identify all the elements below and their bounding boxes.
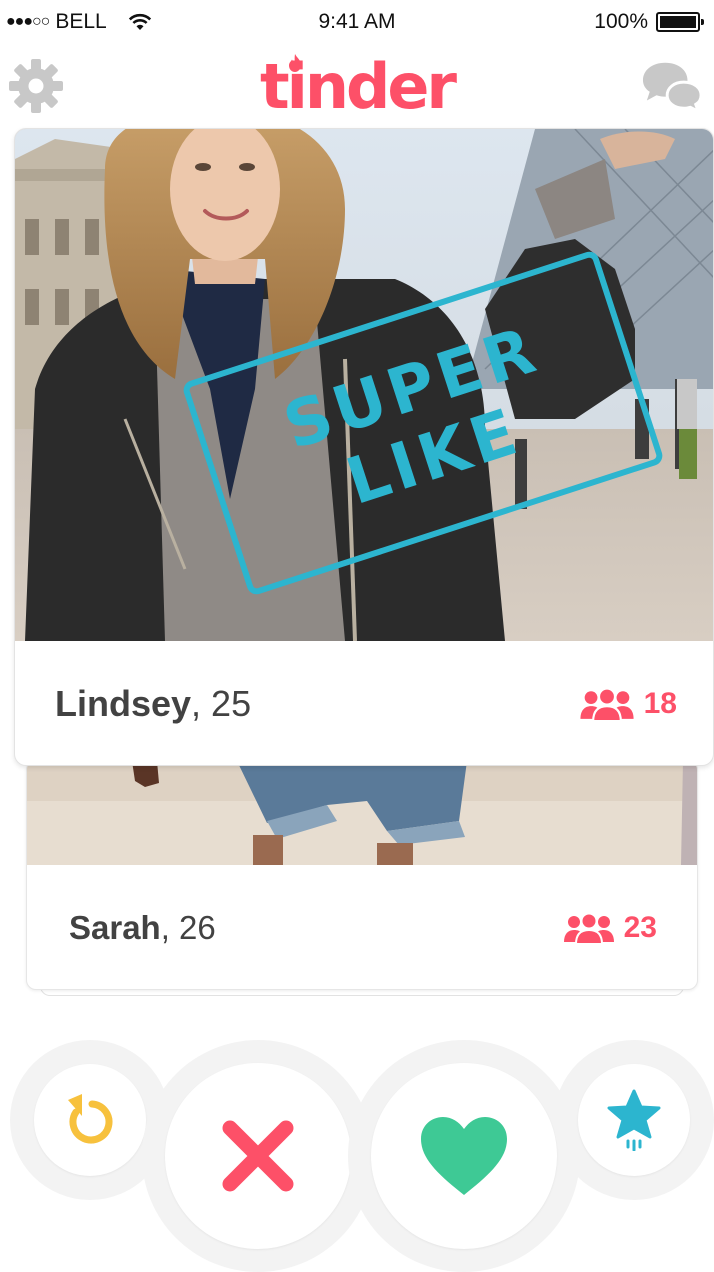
profile-info-front: Lindsey, 25 18 — [15, 641, 713, 765]
flame-icon — [288, 54, 301, 72]
profile-photo-back — [27, 761, 697, 865]
mutual-friends-badge: 23 — [563, 911, 657, 945]
super-like-button-face — [578, 1064, 690, 1176]
like-button[interactable] — [348, 1040, 580, 1272]
action-bar — [0, 1040, 714, 1272]
nope-button[interactable] — [142, 1040, 374, 1272]
people-icon — [563, 912, 614, 944]
battery-icon — [656, 12, 704, 32]
battery-percentage: 100% — [594, 10, 648, 33]
nope-x-icon — [222, 1120, 294, 1192]
profile-age: , 25 — [191, 683, 252, 724]
rewind-button-face — [34, 1064, 146, 1176]
rewind-icon — [68, 1094, 113, 1144]
profile-card-back[interactable]: Sarah, 26 23 — [26, 760, 698, 990]
status-bar: ●●●○○ BELL 9:41 AM 100% — [0, 0, 714, 44]
profile-photo-front: SUPER LIKE — [15, 129, 713, 641]
tinder-logo: tinder — [0, 52, 714, 122]
tinder-screen: ●●●○○ BELL 9:41 AM 100% tinder Sarah, 26… — [0, 0, 714, 1272]
super-like-star-icon — [607, 1089, 661, 1151]
people-icon — [580, 687, 634, 721]
status-left: ●●●○○ BELL — [6, 10, 153, 34]
like-button-face — [371, 1063, 557, 1249]
wifi-icon — [128, 13, 151, 30]
profile-age: , 26 — [160, 909, 216, 946]
status-right: 100% — [594, 10, 704, 34]
mutual-friends-badge: 18 — [580, 687, 677, 721]
mutual-friends-count: 23 — [623, 911, 657, 944]
profile-name-age: Lindsey, 25 — [55, 683, 251, 725]
mutual-friends-count: 18 — [643, 687, 677, 720]
battery-fill — [660, 16, 696, 28]
super-like-button[interactable] — [554, 1040, 714, 1200]
profile-info-back: Sarah, 26 23 — [27, 865, 697, 989]
nav-bar: tinder — [0, 44, 714, 128]
carrier-name: BELL — [55, 10, 107, 33]
signal-strength: ●●●○○ — [6, 13, 50, 30]
nope-button-face — [165, 1063, 351, 1249]
profile-name: Sarah — [69, 909, 161, 946]
logo-wrap: tinder — [260, 52, 457, 122]
profile-name-age: Sarah, 26 — [69, 909, 216, 947]
profile-card-front[interactable]: SUPER LIKE Lindsey, 25 18 — [14, 128, 714, 766]
profile-name: Lindsey — [55, 683, 192, 724]
like-heart-icon — [421, 1117, 507, 1195]
photo-scene-back — [27, 761, 697, 865]
